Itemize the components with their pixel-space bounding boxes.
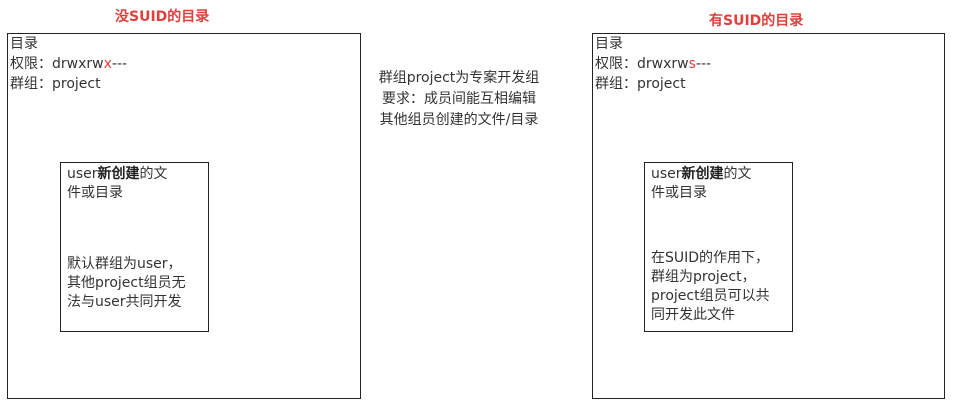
right-directory-box: 目录 权限：drwxrws--- 群组：project user新创建的文 件或… (592, 33, 945, 399)
right-perm-label: 权限： (595, 56, 637, 72)
left-file-note: 默认群组为user， 其他project组员无 法与user共同开发 (67, 256, 186, 310)
right-dir-label: 目录 (595, 36, 623, 52)
left-perm-label: 权限： (10, 56, 52, 72)
middle-description: 群组project为专案开发组 要求：成员间能互相编辑 其他组员创建的文件/目录 (378, 70, 540, 128)
left-file-line1: user新创建的文 (67, 166, 168, 182)
left-perm-line: 权限：drwxrwx--- (10, 54, 127, 74)
left-perm-special: x (103, 56, 112, 72)
right-file-box: user新创建的文 件或目录 在SUID的作用下， 群组为project， pr… (644, 162, 793, 332)
left-title: 没SUID的目录 (115, 9, 210, 25)
left-perm-suffix: --- (111, 56, 128, 72)
left-file-box: user新创建的文 件或目录 默认群组为user， 其他project组员无 法… (60, 162, 209, 332)
right-group-line: 群组：project (595, 76, 686, 92)
right-perm-special: s (688, 56, 696, 72)
right-file-line2: 件或目录 (651, 185, 707, 201)
left-directory-box: 目录 权限：drwxrwx--- 群组：project user新创建的文 件或… (7, 33, 361, 399)
right-perm-prefix: drwxrw (637, 56, 689, 72)
right-title: 有SUID的目录 (709, 13, 804, 29)
right-perm-suffix: --- (695, 56, 712, 72)
right-file-note: 在SUID的作用下， 群组为project， project组员可以共 同开发此… (651, 250, 770, 323)
left-file-line2: 件或目录 (67, 185, 123, 201)
left-perm-prefix: drwxrw (52, 56, 104, 72)
right-perm-line: 权限：drwxrws--- (595, 54, 711, 74)
left-group-line: 群组：project (10, 76, 101, 92)
right-file-line1: user新创建的文 (651, 166, 752, 182)
left-dir-label: 目录 (10, 36, 38, 52)
